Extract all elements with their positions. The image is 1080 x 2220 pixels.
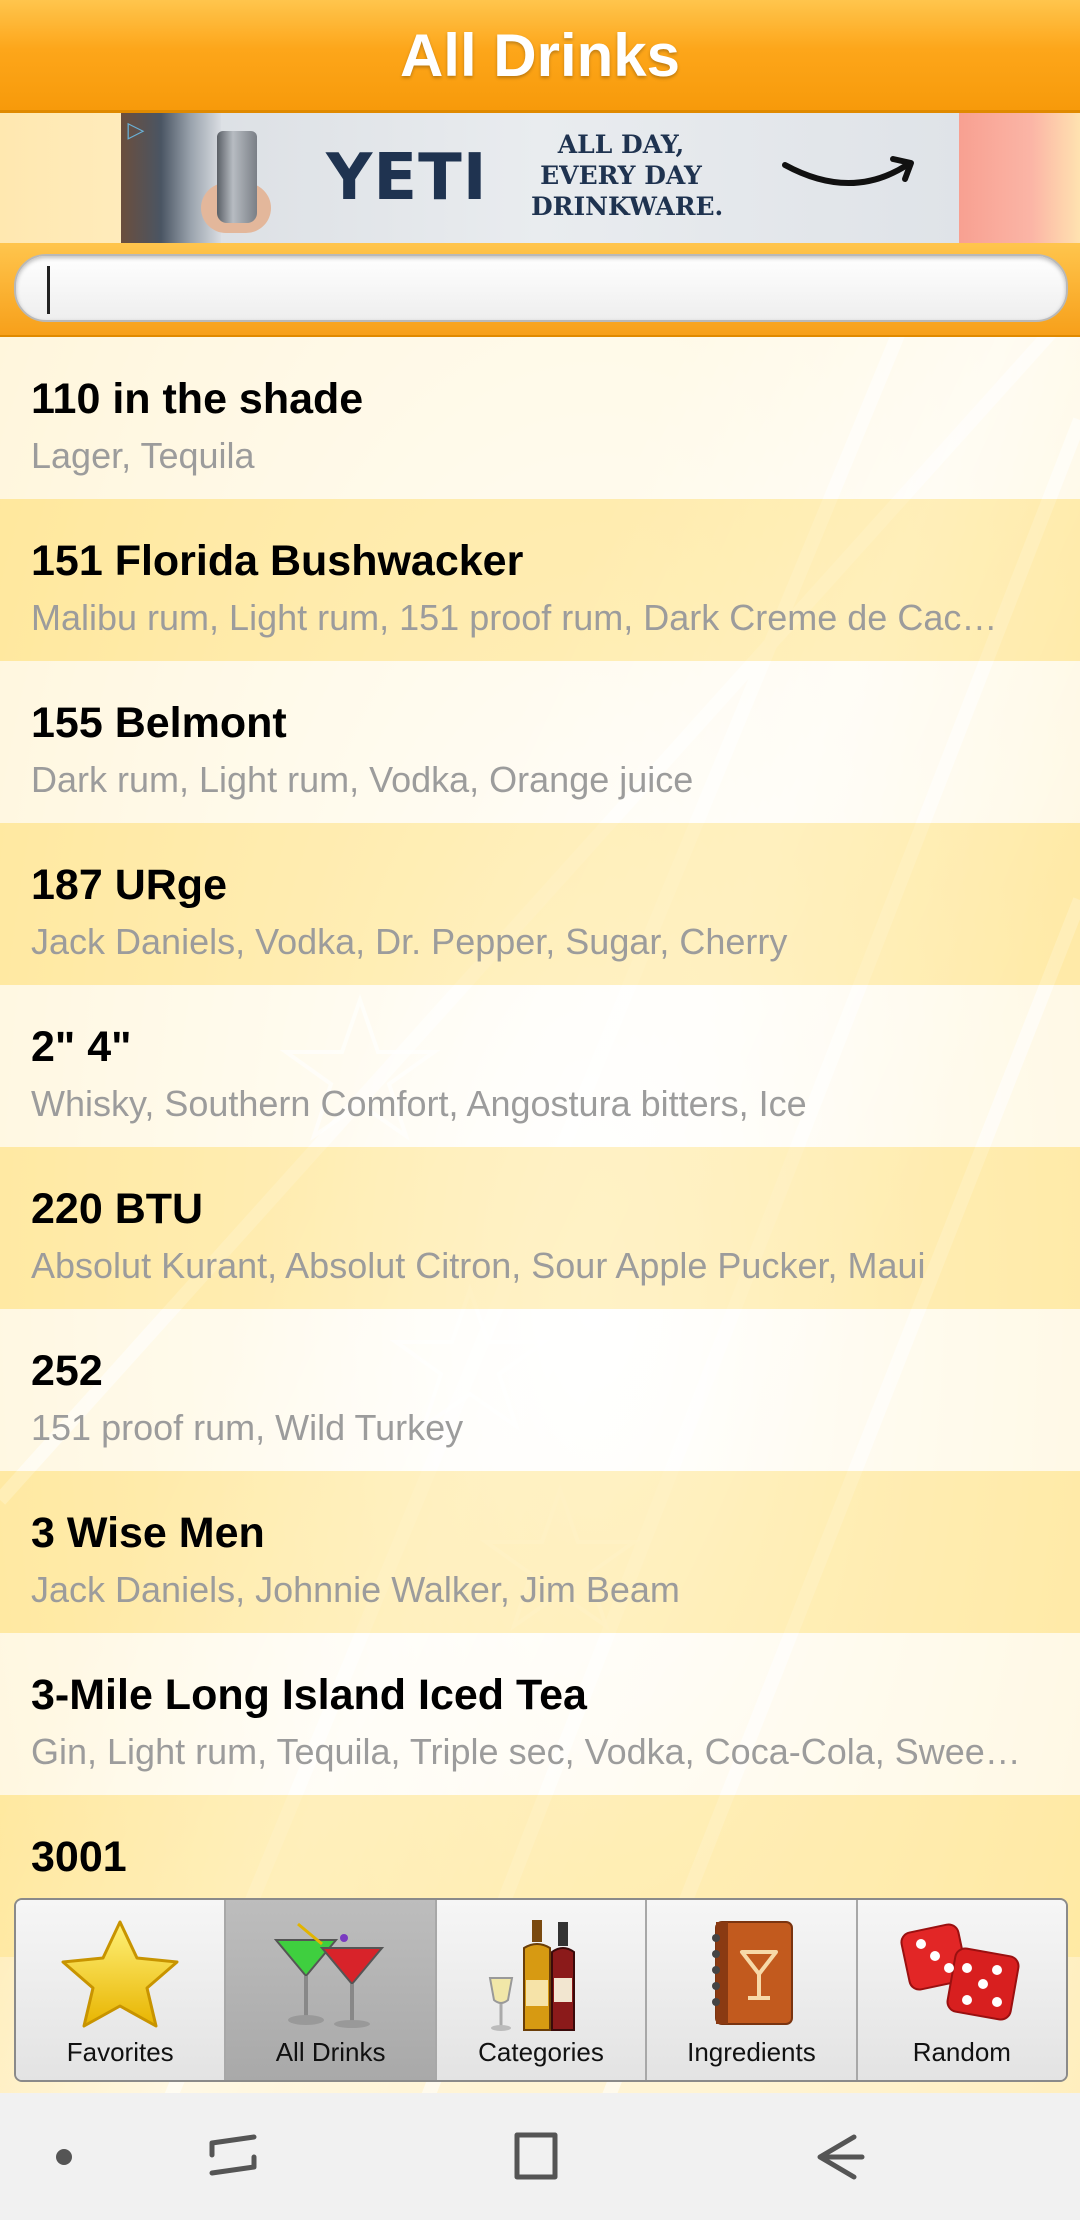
drink-ingredients: Whisky, Southern Comfort, Angostura bitt…	[31, 1083, 807, 1124]
drink-name: 3 Wise Men	[31, 1509, 265, 1557]
list-item[interactable]: 2" 4" Whisky, Southern Comfort, Angostur…	[0, 985, 1080, 1147]
drink-ingredients: 151 proof rum, Wild Turkey	[31, 1407, 464, 1448]
drink-ingredients: Jack Daniels, Johnnie Walker, Jim Beam	[31, 1569, 680, 1610]
tab-categories[interactable]: Categories	[436, 1900, 648, 2080]
ad-tumbler-image	[217, 131, 257, 223]
list-item[interactable]: 151 Florida Bushwacker Malibu rum, Light…	[0, 499, 1080, 661]
list-item[interactable]: 110 in the shade Lager, Tequila	[0, 337, 1080, 499]
tab-label: Ingredients	[687, 2037, 816, 2067]
liquor-bottles-icon	[488, 1920, 576, 2031]
drink-name: 110 in the shade	[31, 375, 364, 423]
tab-label: All Drinks	[275, 2037, 386, 2067]
list-item[interactable]: 3 Wise Men Jack Daniels, Johnnie Walker,…	[0, 1471, 1080, 1633]
drink-ingredients: Absolut Kurant, Absolut Citron, Sour App…	[31, 1245, 926, 1286]
drink-name: 252	[31, 1347, 103, 1395]
ad-tagline-line: DRINKWARE.	[531, 192, 724, 221]
tab-all-drinks[interactable]: All Drinks	[226, 1900, 437, 2080]
tab-ingredients[interactable]: Ingredients	[647, 1900, 858, 2080]
ad-choices-icon[interactable]: ▷	[123, 117, 149, 143]
text-caret	[47, 266, 50, 314]
drink-ingredients: Dark rum, Light rum, Vodka, Orange juice	[31, 759, 694, 800]
system-navigation-bar	[0, 2093, 1080, 2220]
drink-name: 155 Belmont	[31, 699, 287, 747]
list-item[interactable]: 3-Mile Long Island Iced Tea Gin, Light r…	[0, 1633, 1080, 1795]
search-bar	[0, 243, 1080, 337]
list-item[interactable]: 220 BTU Absolut Kurant, Absolut Citron, …	[0, 1147, 1080, 1309]
dice-icon	[900, 1923, 1020, 2021]
recipe-book-icon	[712, 1921, 794, 2025]
title-bar: All Drinks	[0, 0, 1080, 113]
search-input[interactable]	[14, 254, 1068, 322]
star-icon	[61, 1920, 179, 2028]
dot-icon[interactable]	[4, 2093, 124, 2220]
drink-name: 187 URge	[31, 861, 227, 909]
ad-brand: YETI	[326, 141, 488, 215]
ad-tagline-line: ALL DAY,	[557, 130, 685, 159]
tab-favorites[interactable]: Favorites	[16, 1900, 227, 2080]
drink-ingredients: Gin, Light rum, Tequila, Triple sec, Vod…	[31, 1731, 1021, 1772]
drink-ingredients: Malibu rum, Light rum, 151 proof rum, Da…	[31, 597, 998, 638]
cocktail-glasses-icon	[273, 1922, 384, 2028]
drink-ingredients: Lager, Tequila	[31, 435, 255, 476]
tab-random[interactable]: Random	[857, 1900, 1066, 2080]
list-item[interactable]: 252 151 proof rum, Wild Turkey	[0, 1309, 1080, 1471]
tab-label: Random	[912, 2037, 1011, 2067]
drink-list: 110 in the shade Lager, Tequila 151 Flor…	[0, 337, 1080, 1957]
bottom-tab-bar: Favorites All Drinks Categories Ingredie…	[14, 1898, 1068, 2082]
ad-tagline-line: EVERY DAY	[540, 161, 702, 190]
drink-name: 220 BTU	[31, 1185, 204, 1233]
drink-name: 2" 4"	[31, 1023, 132, 1071]
home-icon[interactable]	[475, 2093, 595, 2220]
ad-area: ▷ YETI ALL DAY, EVERY DAY DRINKWARE.	[0, 113, 1080, 243]
ad-tagline: ALL DAY, EVERY DAY DRINKWARE.	[531, 129, 724, 222]
tab-label: Favorites	[66, 2037, 174, 2067]
back-icon[interactable]	[778, 2093, 898, 2220]
drink-name: 3-Mile Long Island Iced Tea	[31, 1671, 587, 1719]
list-item[interactable]: 187 URge Jack Daniels, Vodka, Dr. Pepper…	[0, 823, 1080, 985]
ad-banner[interactable]: ▷ YETI ALL DAY, EVERY DAY DRINKWARE.	[121, 113, 959, 243]
drink-ingredients: Jack Daniels, Vodka, Dr. Pepper, Sugar, …	[31, 921, 788, 962]
amazon-smile-icon	[782, 156, 914, 186]
recents-icon[interactable]	[172, 2093, 292, 2220]
drink-name: 3001	[31, 1833, 127, 1881]
page-title: All Drinks	[399, 21, 681, 89]
drink-name: 151 Florida Bushwacker	[31, 537, 524, 585]
list-item[interactable]: 155 Belmont Dark rum, Light rum, Vodka, …	[0, 661, 1080, 823]
tab-label: Categories	[478, 2037, 604, 2067]
ad-side-panel	[959, 113, 1080, 243]
